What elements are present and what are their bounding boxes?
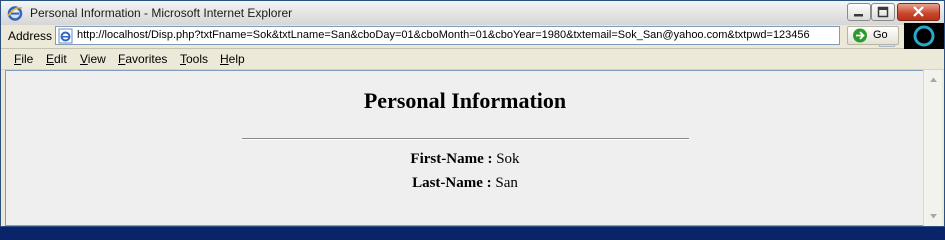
url-text[interactable]: http://localhost/Disp.php?txtFname=Sok&t… (77, 29, 810, 41)
windows-logo-throbber (904, 23, 944, 49)
windows-throbber-icon (913, 25, 935, 47)
vertical-scrollbar[interactable] (923, 70, 942, 226)
close-button[interactable] (897, 3, 940, 21)
minimize-icon (854, 14, 863, 17)
horizontal-rule (242, 138, 689, 140)
scroll-up-icon[interactable] (926, 72, 941, 87)
menu-help[interactable]: Help (220, 52, 245, 66)
first-name-label: First-Name : (410, 151, 493, 167)
menu-tools[interactable]: Tools (180, 52, 208, 66)
green-arrow-icon (853, 28, 867, 43)
maximize-button[interactable] (871, 3, 895, 21)
menu-edit[interactable]: Edit (46, 52, 67, 66)
address-label: Address (8, 29, 53, 43)
scroll-down-icon[interactable] (926, 209, 941, 224)
go-button[interactable]: Go (847, 26, 899, 45)
go-label: Go (873, 29, 888, 41)
title-bar[interactable]: Personal Information - Microsoft Interne… (1, 1, 944, 26)
last-name-value: San (495, 175, 518, 191)
last-name-label: Last-Name : (412, 175, 492, 191)
window-title: Personal Information - Microsoft Interne… (30, 6, 293, 20)
first-name-row: First-Name : Sok (6, 151, 924, 168)
close-icon (913, 6, 924, 17)
menu-favorites[interactable]: Favorites (118, 52, 167, 66)
ie-logo-icon (7, 6, 23, 21)
address-input[interactable]: http://localhost/Disp.php?txtFname=Sok&t… (55, 26, 895, 47)
menu-file[interactable]: File (14, 52, 33, 66)
browser-window: Personal Information - Microsoft Interne… (0, 0, 945, 227)
maximize-icon (877, 6, 889, 18)
first-name-value: Sok (496, 151, 520, 167)
page-heading: Personal Information (363, 88, 567, 113)
address-bar: Address http://localhost/Disp.php?txtFna… (1, 23, 944, 49)
minimize-button[interactable] (847, 3, 871, 21)
ie-page-icon (58, 28, 73, 44)
menu-view[interactable]: View (80, 52, 106, 66)
last-name-row: Last-Name : San (6, 175, 924, 192)
page-content: Personal Information First-Name : Sok La… (5, 70, 923, 226)
menu-bar: File Edit View Favorites Tools Help (1, 49, 944, 70)
